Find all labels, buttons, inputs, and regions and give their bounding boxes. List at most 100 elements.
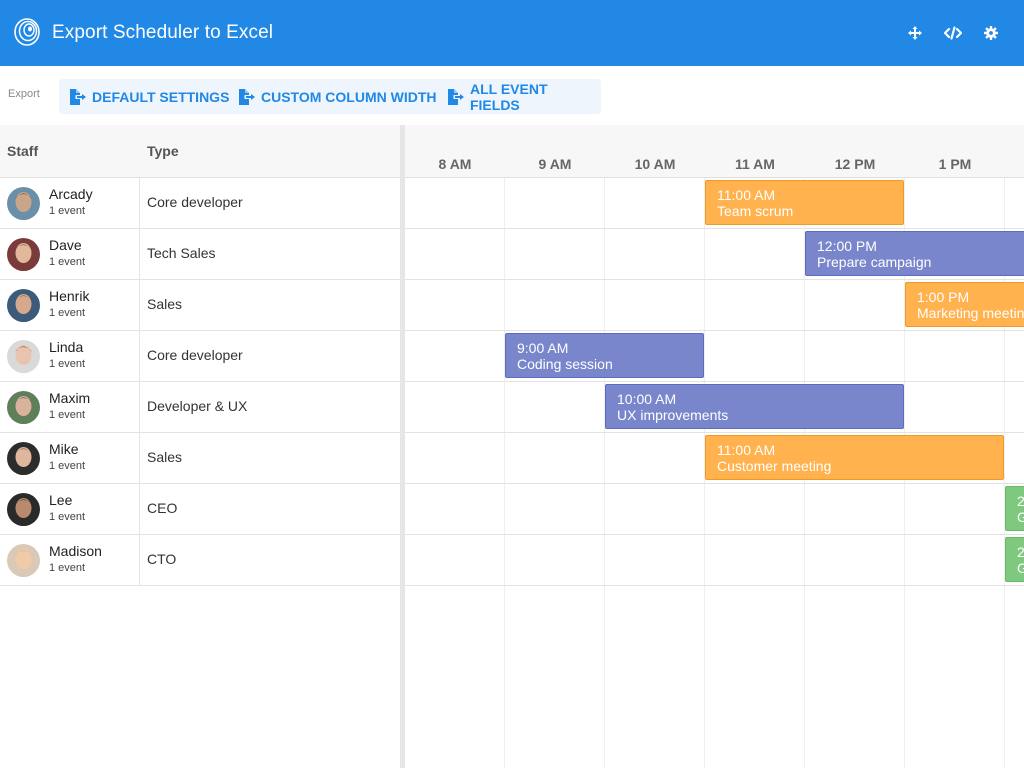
time-tick-label: 12 PM (834, 156, 876, 172)
export-custom-column-width-button[interactable]: CUSTOM COLUMN WIDTH (238, 79, 437, 114)
staff-event-count: 1 event (49, 511, 86, 523)
fullscreen-icon[interactable] (903, 21, 927, 45)
event-name: UX improvements (617, 407, 729, 423)
event-bar[interactable]: 12:00 PM Prepare campaign (805, 231, 1024, 276)
time-gridline (604, 178, 605, 768)
button-label: DEFAULT SETTINGS (92, 88, 230, 105)
event-time: 2 (1017, 544, 1024, 560)
resource-row[interactable]: Lee 1 event CEO (0, 484, 400, 535)
row-gridline (405, 279, 1024, 280)
staff-cell: Mike 1 event (0, 433, 140, 483)
resource-row[interactable]: Dave 1 event Tech Sales (0, 229, 400, 280)
file-export-icon (70, 88, 86, 105)
swirl-logo-icon (14, 18, 40, 46)
column-header-type[interactable]: Type (147, 143, 179, 159)
staff-type: CEO (147, 500, 178, 516)
row-gridline (405, 330, 1024, 331)
export-label: Export (8, 88, 40, 100)
event-time: 11:00 AM (717, 442, 776, 458)
settings-icon[interactable] (979, 21, 1003, 45)
resource-row[interactable]: Madison 1 event CTO (0, 535, 400, 586)
time-tick-label: 8 AM (438, 156, 472, 172)
export-all-event-fields-button[interactable]: ALL EVENT FIELDS (447, 79, 601, 114)
event-bar[interactable]: 9:00 AM Coding session (505, 333, 704, 378)
avatar (7, 340, 40, 373)
staff-name: Mike (49, 441, 79, 457)
staff-cell: Arcady 1 event (0, 178, 140, 228)
staff-event-count: 1 event (49, 307, 86, 319)
staff-name: Lee (49, 492, 73, 508)
staff-name: Maxim (49, 390, 91, 406)
row-gridline (405, 483, 1024, 484)
staff-name: Dave (49, 237, 82, 253)
event-name: Prepare campaign (817, 254, 932, 270)
staff-type: Tech Sales (147, 245, 216, 261)
event-name: Team scrum (717, 203, 794, 219)
event-time: 11:00 AM (717, 187, 776, 203)
app-header: Export Scheduler to Excel (0, 0, 1024, 66)
export-button-group: DEFAULT SETTINGS CUSTOM COLUMN WIDTH ALL… (59, 79, 601, 114)
resource-row[interactable]: Mike 1 event Sales (0, 433, 400, 484)
time-tick-label: 10 AM (634, 156, 676, 172)
event-bar[interactable]: 11:00 AM Customer meeting (705, 435, 1004, 480)
time-tick-label: 1 PM (938, 156, 972, 172)
staff-cell: Linda 1 event (0, 331, 140, 381)
staff-cell: Maxim 1 event (0, 382, 140, 432)
staff-name: Henrik (49, 288, 90, 304)
time-tick-label: 9 AM (538, 156, 572, 172)
staff-cell: Dave 1 event (0, 229, 140, 279)
avatar (7, 493, 40, 526)
event-time: 2 (1017, 493, 1024, 509)
column-header-staff[interactable]: Staff (7, 143, 38, 159)
time-tick-label: 11 AM (735, 156, 775, 172)
button-label: ALL EVENT FIELDS (469, 80, 548, 113)
staff-type: Core developer (147, 347, 243, 363)
file-export-icon (447, 88, 464, 105)
staff-event-count: 1 event (49, 562, 86, 574)
resource-grid: Staff Type Arcady 1 event Core developer (0, 125, 400, 768)
page-title: Export Scheduler to Excel (52, 22, 274, 43)
event-time: 10:00 AM (617, 391, 677, 407)
avatar (7, 289, 40, 322)
event-time: 12:00 PM (817, 238, 877, 254)
staff-name: Linda (49, 339, 84, 355)
resource-row[interactable]: Maxim 1 event Developer & UX (0, 382, 400, 433)
event-bar[interactable]: 10:00 AM UX improvements (605, 384, 904, 429)
time-axis-header: 8 AM 9 AM 10 AM 11 AM 12 PM 1 PM (405, 125, 1024, 178)
row-gridline (405, 432, 1024, 433)
event-bar[interactable]: 2 G (1005, 486, 1024, 531)
row-gridline (405, 228, 1024, 229)
schedule-timeline: 8 AM 9 AM 10 AM 11 AM 12 PM 1 PM 11:00 AM Tea… (405, 125, 1024, 768)
avatar (7, 238, 40, 271)
avatar (7, 544, 40, 577)
event-bar[interactable]: 1:00 PM Marketing meeting (905, 282, 1024, 327)
staff-event-count: 1 event (49, 409, 86, 421)
staff-type: Sales (147, 296, 183, 312)
grid-header: Staff Type (0, 125, 400, 178)
staff-event-count: 1 event (49, 205, 86, 217)
resource-row[interactable]: Arcady 1 event Core developer (0, 178, 400, 229)
event-name: Coding session (517, 356, 613, 372)
staff-cell: Henrik 1 event (0, 280, 140, 330)
resource-row[interactable]: Linda 1 event Core developer (0, 331, 400, 382)
export-default-settings-button[interactable]: DEFAULT SETTINGS (69, 79, 229, 114)
event-name: Customer meeting (717, 458, 832, 474)
staff-event-count: 1 event (49, 358, 86, 370)
event-name: G (1017, 560, 1024, 576)
staff-event-count: 1 event (49, 460, 86, 472)
export-toolbar: Export DEFAULT SETTINGS CUSTOM COLUMN WI… (0, 66, 1024, 125)
avatar (7, 187, 40, 220)
row-gridline (405, 381, 1024, 382)
avatar (7, 391, 40, 424)
event-bar[interactable]: 2 G (1005, 537, 1024, 582)
button-label: CUSTOM COLUMN WIDTH (261, 88, 437, 105)
staff-name: Arcady (49, 186, 93, 202)
staff-type: Developer & UX (147, 398, 248, 414)
code-icon[interactable] (941, 21, 965, 45)
staff-cell: Madison 1 event (0, 535, 140, 585)
staff-type: Sales (147, 449, 183, 465)
resource-row[interactable]: Henrik 1 event Sales (0, 280, 400, 331)
event-bar[interactable]: 11:00 AM Team scrum (705, 180, 904, 225)
row-gridline (405, 585, 1024, 586)
staff-type: Core developer (147, 194, 243, 210)
